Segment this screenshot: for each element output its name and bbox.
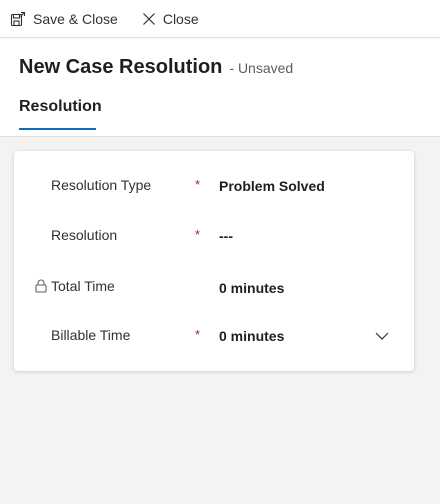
field-resolution-type: Resolution Type * Problem Solved — [14, 177, 414, 207]
resolution-value[interactable]: --- — [219, 228, 233, 244]
field-resolution: Resolution * --- — [14, 227, 414, 257]
save-close-icon — [10, 11, 26, 27]
resolution-type-value[interactable]: Problem Solved — [219, 178, 325, 194]
field-label: Total Time — [51, 278, 115, 294]
field-label: Billable Time — [51, 327, 131, 343]
tab-selected-indicator — [19, 128, 96, 130]
close-label: Close — [162, 10, 199, 27]
title-row: New Case Resolution - Unsaved — [19, 56, 293, 79]
required-marker: * — [195, 227, 201, 242]
resolution-section: Resolution Type * Problem Solved Resolut… — [14, 151, 414, 371]
form-header: New Case Resolution - Unsaved Resolution — [0, 39, 440, 137]
billable-time-select[interactable]: 0 minutes — [219, 328, 284, 344]
tab-resolution[interactable]: Resolution — [19, 98, 102, 131]
page-title: New Case Resolution — [19, 56, 223, 78]
save-and-close-label: Save & Close — [33, 10, 118, 27]
lock-icon — [35, 279, 47, 298]
close-button[interactable]: Close — [142, 0, 199, 38]
field-label: Resolution Type — [51, 177, 152, 193]
field-total-time: Total Time 0 minutes — [14, 278, 414, 308]
close-icon — [142, 12, 156, 26]
field-billable-time: Billable Time * 0 minutes — [14, 327, 414, 357]
save-status: - Unsaved — [229, 60, 294, 76]
chevron-down-icon[interactable] — [374, 328, 390, 349]
required-marker: * — [195, 327, 201, 342]
total-time-value: 0 minutes — [219, 280, 285, 296]
field-label: Resolution — [51, 227, 118, 243]
save-and-close-button[interactable]: Save & Close — [0, 0, 118, 38]
required-marker: * — [195, 177, 201, 192]
command-bar: Save & Close Close — [0, 0, 440, 38]
